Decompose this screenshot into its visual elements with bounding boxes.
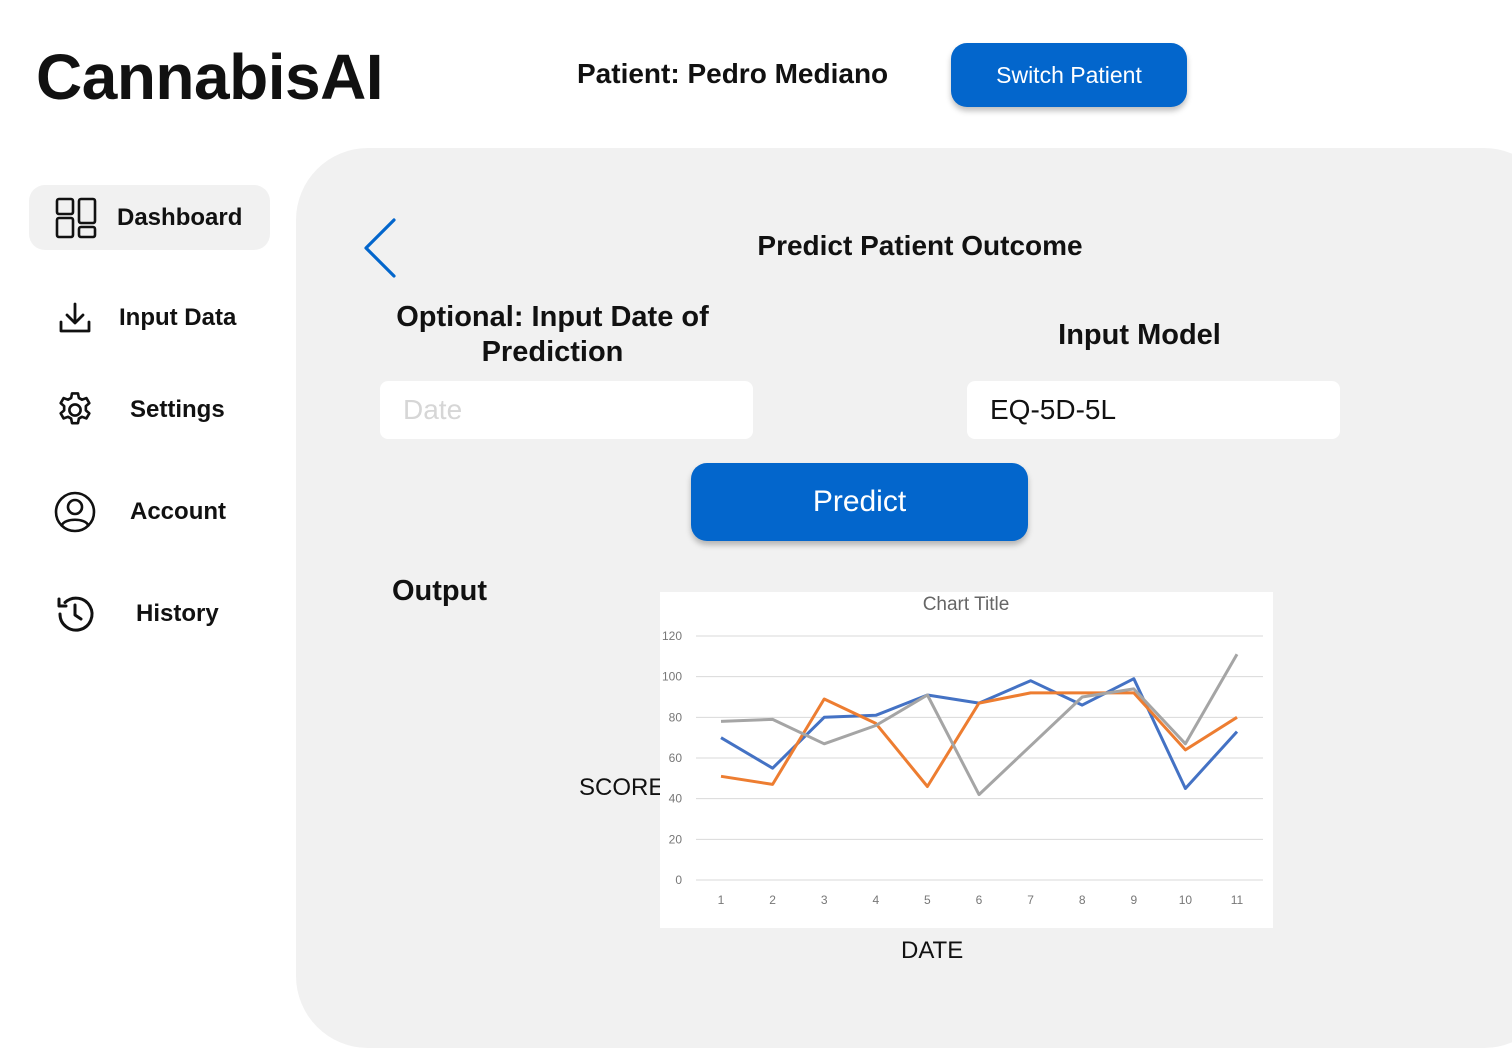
sidebar-item-dashboard[interactable]: Dashboard: [29, 185, 270, 250]
predict-button[interactable]: Predict: [691, 463, 1028, 541]
y-tick-label: 60: [669, 751, 683, 765]
patient-label: Patient: Pedro Mediano: [577, 58, 889, 89]
date-field-label: Optional: Input Date of Prediction: [396, 301, 709, 368]
x-tick-label: 2: [769, 893, 776, 907]
sidebar-item-label: Account: [130, 498, 226, 525]
sidebar-item-label: History: [136, 600, 219, 627]
y-tick-label: 0: [675, 873, 682, 887]
model-field-label: Input Model: [1058, 319, 1221, 351]
sidebar-item-input-data[interactable]: Input Data: [54, 297, 236, 339]
chart-title: Chart Title: [923, 594, 1010, 615]
x-tick-label: 3: [821, 893, 828, 907]
date-input[interactable]: [380, 381, 753, 439]
app-title: CannabisAI: [36, 41, 384, 113]
page-title: Predict Patient Outcome: [757, 230, 1083, 261]
dashboard-icon: [55, 197, 97, 239]
x-tick-label: 1: [718, 893, 725, 907]
x-tick-label: 11: [1231, 893, 1244, 907]
line-chart: Chart Title 0 20 40 60 80 100 120 1 2 3 4 5 6 7 8 9 10 11: [662, 594, 1263, 907]
sidebar-item-label: Dashboard: [117, 203, 243, 231]
y-tick-label: 100: [662, 670, 682, 684]
sidebar-item-settings[interactable]: Settings: [54, 389, 225, 431]
back-chevron-icon[interactable]: [358, 214, 402, 282]
sidebar-item-label: Settings: [130, 396, 225, 423]
x-tick-label: 5: [924, 893, 931, 907]
series-line-3: [720, 653, 1239, 797]
gear-icon: [54, 389, 96, 431]
x-tick-label: 7: [1027, 893, 1034, 907]
switch-patient-button[interactable]: Switch Patient: [951, 43, 1187, 107]
y-tick-label: 40: [669, 792, 683, 806]
x-tick-label: 4: [872, 893, 879, 907]
output-chart: Chart Title 0 20 40 60 80 100 120 1 2 3 4 5 6 7 8 9 10 11: [660, 592, 1273, 928]
sidebar-item-account[interactable]: Account: [54, 491, 226, 533]
x-tick-label: 8: [1079, 893, 1086, 907]
output-label: Output: [392, 575, 488, 607]
y-axis-label: SCORE: [579, 774, 665, 801]
sidebar-item-history[interactable]: History: [54, 593, 219, 635]
user-circle-icon: [54, 491, 96, 533]
model-input[interactable]: EQ-5D-5L: [967, 381, 1340, 439]
series-line-2: [720, 691, 1238, 788]
y-tick-label: 80: [669, 710, 683, 724]
sidebar-item-label: Input Data: [119, 304, 237, 331]
x-axis-label: DATE: [901, 937, 964, 964]
y-tick-label: 20: [669, 832, 683, 846]
x-tick-label: 6: [976, 893, 983, 907]
series-line-1: [720, 677, 1239, 790]
x-tick-label: 9: [1130, 893, 1137, 907]
x-tick-label: 10: [1179, 893, 1193, 907]
download-icon: [54, 297, 96, 339]
y-tick-label: 120: [662, 629, 682, 643]
history-icon: [54, 593, 96, 635]
